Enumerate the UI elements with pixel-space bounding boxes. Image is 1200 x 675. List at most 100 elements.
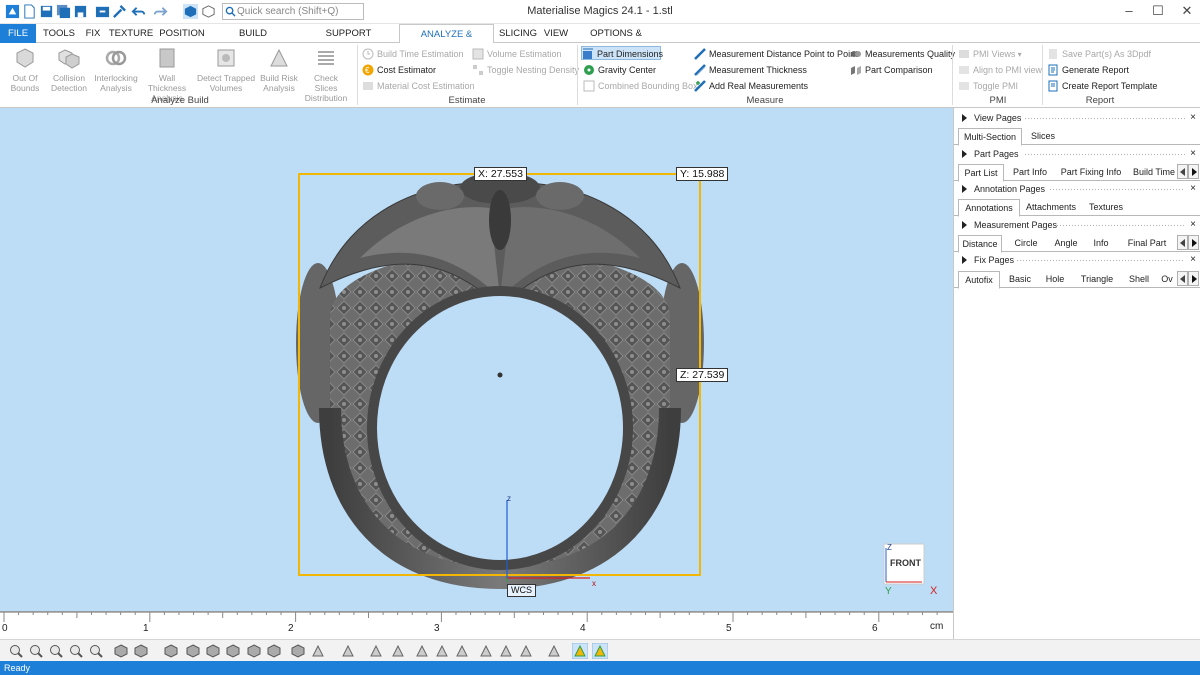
shading-icon[interactable] (572, 643, 588, 659)
shaded-view-icon[interactable] (113, 643, 129, 659)
measurement-thickness-button[interactable]: Measurement Thickness (694, 63, 807, 77)
tab-position[interactable]: POSITION (158, 24, 206, 43)
tab-hole[interactable]: Hole (1040, 271, 1070, 288)
zoom-fit-icon[interactable] (48, 643, 64, 659)
save-3dpdf-button[interactable]: Save Part(s) As 3Dpdf (1047, 47, 1151, 61)
detect-trapped-volumes-button[interactable]: Detect Trapped Volumes (196, 46, 256, 93)
close-icon[interactable]: × (1190, 181, 1196, 197)
view-cube[interactable]: Z FRONT Y X (883, 543, 938, 597)
scroll-right-button[interactable] (1188, 164, 1199, 179)
cone-view-2-icon[interactable] (546, 643, 562, 659)
add-real-measurements-button[interactable]: Add Real Measurements (694, 79, 808, 93)
top-view-icon[interactable] (246, 643, 262, 659)
tab-fix[interactable]: FIX (82, 24, 104, 43)
tab-tools[interactable]: TOOLS (40, 24, 78, 43)
measurement-pages-header[interactable]: Measurement Pages × (954, 217, 1200, 233)
measure-tool-icon[interactable] (310, 643, 326, 659)
mesh-view-2-icon[interactable] (478, 643, 494, 659)
measurement-distance-button[interactable]: Measurement Distance Point to Point (694, 47, 858, 61)
tab-multi-section[interactable]: Multi-Section (958, 128, 1022, 146)
tab-build-time[interactable]: Build Time (1130, 164, 1178, 181)
close-button[interactable]: ✕ (1172, 2, 1200, 22)
box-view-icon[interactable] (133, 643, 149, 659)
close-icon[interactable]: × (1190, 252, 1196, 268)
pmi-views-button[interactable]: PMI Views ▾ (958, 47, 1022, 61)
build-risk-analysis-button[interactable]: Build Risk Analysis (255, 46, 303, 93)
tab-circle[interactable]: Circle (1006, 235, 1046, 252)
ring-model[interactable] (296, 172, 704, 590)
tab-triangle[interactable]: Triangle (1074, 271, 1120, 288)
tab-info[interactable]: Info (1086, 235, 1116, 252)
tab-slices[interactable]: Slices (1024, 128, 1062, 145)
material-cost-estimation-button[interactable]: Material Cost Estimation (362, 79, 475, 93)
tab-annotations[interactable]: Annotations (958, 199, 1020, 217)
rotate-icon[interactable] (88, 643, 104, 659)
build-time-estimation-button[interactable]: Build Time Estimation (362, 47, 464, 61)
close-icon[interactable]: × (1190, 146, 1196, 162)
part-pages-header[interactable]: Part Pages × (954, 146, 1200, 162)
tab-textures[interactable]: Textures (1082, 199, 1130, 216)
tab-shell[interactable]: Shell (1122, 271, 1156, 288)
scroll-right-button[interactable] (1188, 235, 1199, 250)
bottom-view-icon[interactable] (266, 643, 282, 659)
close-icon[interactable]: × (1190, 217, 1196, 233)
scroll-left-button[interactable] (1177, 235, 1188, 250)
tab-basic[interactable]: Basic (1004, 271, 1036, 288)
left-view-icon[interactable] (205, 643, 221, 659)
scroll-right-button[interactable] (1188, 271, 1199, 286)
tab-build-preparation[interactable]: BUILD PREPARATION (210, 24, 296, 58)
tab-distance[interactable]: Distance (958, 235, 1002, 253)
tab-slicing[interactable]: SLICING (498, 24, 538, 43)
generate-report-button[interactable]: Generate Report (1047, 63, 1129, 77)
section-icon[interactable] (290, 643, 306, 659)
wire-view-icon[interactable] (368, 643, 384, 659)
measurements-quality-button[interactable]: Measurements Quality (850, 47, 955, 61)
mesh-view-icon[interactable] (454, 643, 470, 659)
interlocking-analysis-button[interactable]: Interlocking Analysis (92, 46, 140, 93)
part-dimensions-button[interactable]: Part Dimensions (581, 46, 663, 60)
tab-analyze-report[interactable]: ANALYZE & REPORT (399, 24, 494, 59)
tab-final-part[interactable]: Final Part (1120, 235, 1174, 252)
scroll-left-button[interactable] (1177, 271, 1188, 286)
tab-part-fixing-info[interactable]: Part Fixing Info (1056, 164, 1126, 181)
shading-2-icon[interactable] (592, 643, 608, 659)
right-view-icon[interactable] (225, 643, 241, 659)
align-to-pmi-view-button[interactable]: Align to PMI view (958, 63, 1042, 77)
select-icon[interactable] (340, 643, 356, 659)
tab-attachments[interactable]: Attachments (1024, 199, 1078, 216)
gravity-center-button[interactable]: Gravity Center (583, 63, 656, 77)
scroll-left-button[interactable] (1177, 164, 1188, 179)
tab-options-help[interactable]: OPTIONS & HELP (578, 24, 654, 58)
combined-bounding-box-button[interactable]: Combined Bounding Box (583, 79, 698, 93)
create-report-template-button[interactable]: Create Report Template (1047, 79, 1157, 93)
zoom-window-icon[interactable] (28, 643, 44, 659)
front-view-icon[interactable] (163, 643, 179, 659)
fix-pages-header[interactable]: Fix Pages × (954, 252, 1200, 268)
back-view-icon[interactable] (185, 643, 201, 659)
part-comparison-button[interactable]: Part Comparison (850, 63, 933, 77)
triangle-view-icon[interactable] (414, 643, 430, 659)
tab-part-info[interactable]: Part Info (1008, 164, 1052, 181)
toggle-pmi-button[interactable]: Toggle PMI (958, 79, 1018, 93)
tab-autofix[interactable]: Autofix (958, 271, 1000, 289)
scene[interactable]: z x Z FRONT Y X (0, 108, 953, 611)
maximize-button[interactable]: ☐ (1143, 2, 1173, 22)
out-of-bounds-button[interactable]: Out Of Bounds (1, 46, 49, 93)
check-slices-distribution-button[interactable]: Check Slices Distribution (302, 46, 350, 103)
close-icon[interactable]: × (1190, 110, 1196, 126)
tab-overflow[interactable]: Ov (1158, 271, 1176, 288)
volume-estimation-button[interactable]: Volume Estimation (472, 47, 562, 61)
cone-view-icon[interactable] (518, 643, 534, 659)
collision-detection-button[interactable]: Collision Detection (45, 46, 93, 93)
toggle-nesting-density-button[interactable]: Toggle Nesting Density (472, 63, 579, 77)
zoom-icon[interactable] (8, 643, 24, 659)
iso-view-icon[interactable] (390, 643, 406, 659)
3d-viewport[interactable]: z x Z FRONT Y X X: 27.553 Y: 15.988 Z: 2… (0, 108, 953, 611)
tab-texture[interactable]: TEXTURE (108, 24, 154, 43)
tab-file[interactable]: FILE (0, 24, 36, 43)
mesh-view-3-icon[interactable] (498, 643, 514, 659)
view-pages-header[interactable]: View Pages × (954, 110, 1200, 126)
cost-estimator-button[interactable]: € Cost Estimator (362, 63, 436, 77)
annotation-pages-header[interactable]: Annotation Pages × (954, 181, 1200, 197)
pan-icon[interactable] (68, 643, 84, 659)
